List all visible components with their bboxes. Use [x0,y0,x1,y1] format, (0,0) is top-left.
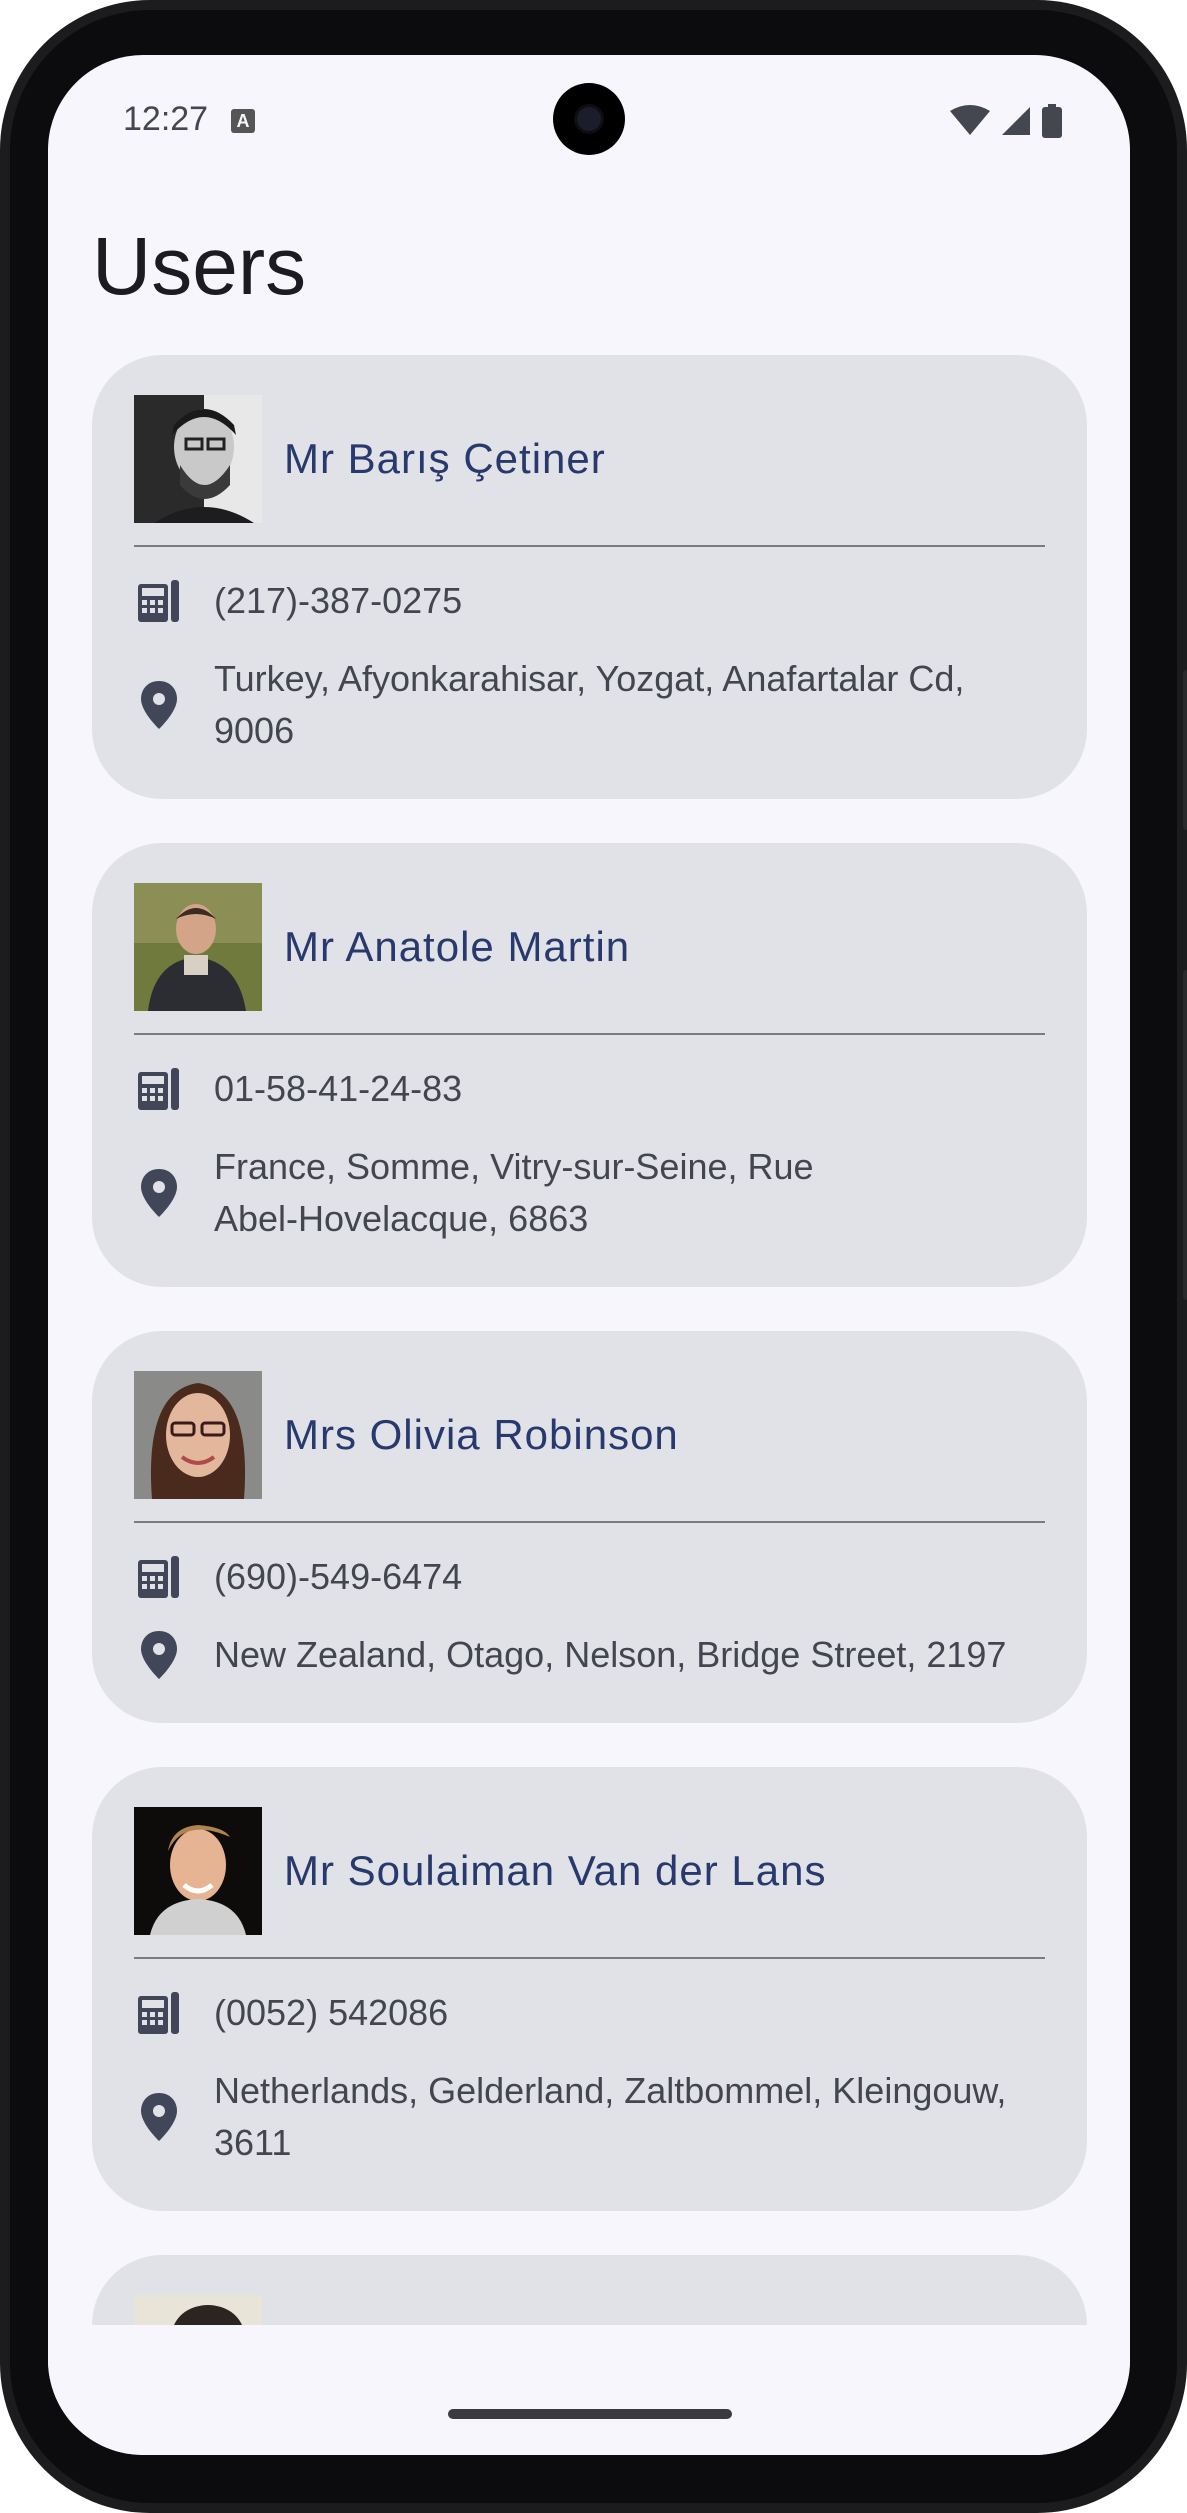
location-pin-icon [134,1168,184,1218]
user-name: Mr Soulaiman Van der Lans [284,1847,827,1894]
user-avatar [134,1371,262,1499]
divider [134,545,1045,547]
user-name: Mrs Olivia Robinson [284,1411,679,1458]
user-card-header: Mr Soulaiman Van der Lans [134,1807,1045,1935]
front-camera [553,83,625,155]
user-avatar [134,1807,262,1935]
user-avatar [134,395,262,523]
notification-badge-icon: A [231,109,255,133]
location-pin-icon [134,1630,184,1680]
phone-row: (690)-549-6474 [134,1551,1045,1603]
user-card-header: Mrs Olivia Robinson [134,1371,1045,1499]
user-name: Mr Barış Çetiner [284,435,606,482]
location-pin-icon [134,680,184,730]
user-card[interactable]: Mr Barış Çetiner (217)-387-0275 Turkey, … [92,355,1087,799]
user-list[interactable]: Mr Barış Çetiner (217)-387-0275 Turkey, … [92,355,1087,2455]
phone-number: 01-58-41-24-83 [214,1068,463,1109]
phone-icon [134,576,184,626]
address-text: New Zealand, Otago, Nelson, Bridge Stree… [214,1629,1006,1681]
page-title: Users [92,221,307,312]
user-avatar [134,883,262,1011]
user-card-header: Mr Anatole Martin [134,883,1045,1011]
phone-number: (217)-387-0275 [214,580,463,621]
divider [134,1521,1045,1523]
phone-icon [134,1064,184,1114]
status-bar: 12:27 A [48,55,1130,185]
phone-row: 01-58-41-24-83 [134,1063,1045,1115]
screen: 12:27 A Users Mr Barış Çetiner (217)-387… [48,55,1130,2455]
status-time: 12:27 [123,100,209,138]
address-text: Turkey, Afyonkarahisar, Yozgat, Anafarta… [214,653,964,757]
address-line-2: 3611 [214,2122,292,2163]
address-row: Turkey, Afyonkarahisar, Yozgat, Anafarta… [134,653,1045,757]
user-card[interactable]: Mr Anatole Martin 01-58-41-24-83 France,… [92,843,1087,1287]
cellular-signal-icon [1002,107,1030,135]
address-line-2: Abel-Hovelacque, 6863 [214,1198,589,1239]
divider [134,1033,1045,1035]
volume-button [1183,670,1187,830]
address-row: New Zealand, Otago, Nelson, Bridge Stree… [134,1629,1045,1681]
address-text: France, Somme, Vitry-sur-Seine, Rue Abel… [214,1141,814,1245]
status-icons [950,103,1062,139]
phone-number: (690)-549-6474 [214,1556,463,1597]
navigation-bar [48,2325,1130,2455]
phone-row: (0052) 542086 [134,1987,1045,2039]
address-row: France, Somme, Vitry-sur-Seine, Rue Abel… [134,1141,1045,1245]
device-frame: 12:27 A Users Mr Barış Çetiner (217)-387… [0,0,1187,2513]
address-line-1: Netherlands, Gelderland, Zaltbommel, Kle… [214,2070,1007,2111]
user-card[interactable]: Mr Soulaiman Van der Lans (0052) 542086 [92,1767,1087,2211]
phone-number: (0052) 542086 [214,1992,449,2033]
phone-icon [134,1988,184,2038]
user-name: Mr Anatole Martin [284,923,631,970]
address-line-2: 9006 [214,710,295,751]
phone-icon [134,1552,184,1602]
address-line-1: France, Somme, Vitry-sur-Seine, Rue [214,1146,814,1187]
wifi-icon [950,105,990,135]
power-button [1183,970,1187,1300]
address-line-1: Turkey, Afyonkarahisar, Yozgat, Anafarta… [214,658,965,699]
location-pin-icon [134,2092,184,2142]
phone-row: (217)-387-0275 [134,575,1045,627]
address-text: Netherlands, Gelderland, Zaltbommel, Kle… [214,2065,1006,2169]
address-row: Netherlands, Gelderland, Zaltbommel, Kle… [134,2065,1045,2169]
address-line-1: New Zealand, Otago, Nelson, Bridge Stree… [214,1634,1007,1675]
home-gesture-handle[interactable] [448,2409,732,2419]
battery-icon [1042,104,1062,138]
divider [134,1957,1045,1959]
user-card-header: Mr Barış Çetiner [134,395,1045,523]
user-card[interactable]: Mrs Olivia Robinson (690)-549-6474 New Z… [92,1331,1087,1723]
